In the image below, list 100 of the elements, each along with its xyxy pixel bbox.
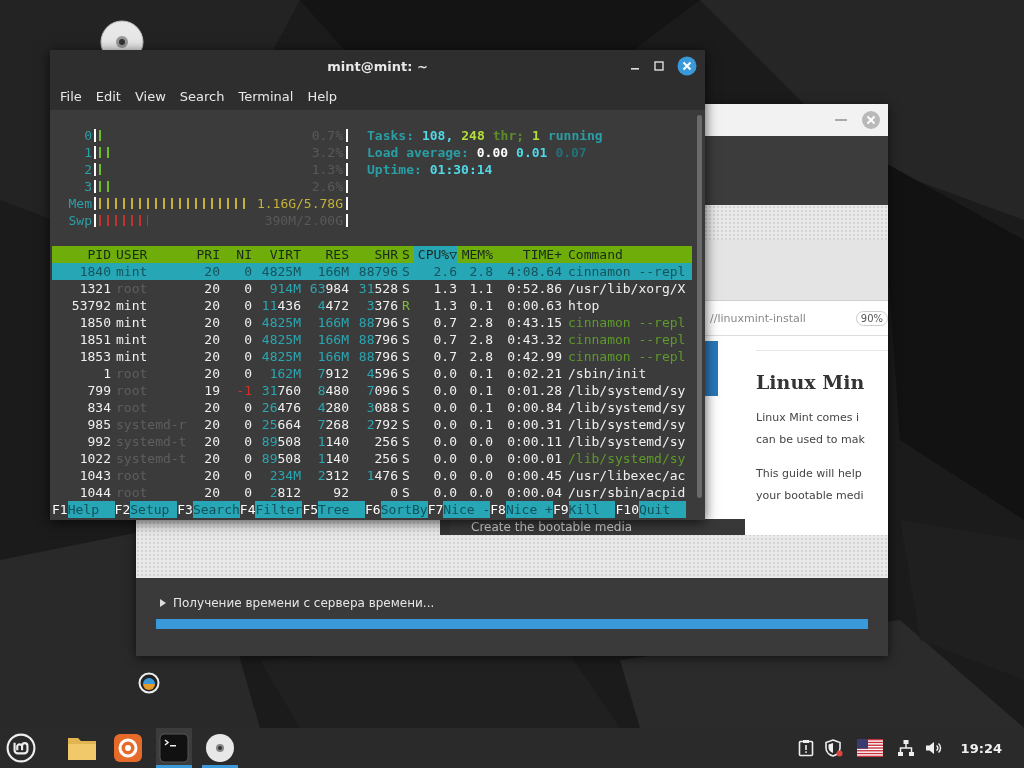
maximize-icon[interactable] <box>653 60 665 72</box>
table-cell-text: S <box>401 433 411 450</box>
column-header[interactable]: PID <box>52 246 111 263</box>
table-cell-text: 1043 <box>78 467 111 484</box>
column-header[interactable]: CPU%▽ <box>414 246 457 263</box>
table-cell-text: R <box>401 297 411 314</box>
table-cell-text: 0:00.84 <box>506 399 562 416</box>
scrollbar[interactable] <box>697 115 702 498</box>
table-cell-text: 4596 <box>365 365 398 382</box>
table-cell-text: 0 <box>243 399 252 416</box>
table-cell-text: 0:42.99 <box>506 348 562 365</box>
terminal-icon <box>159 733 189 763</box>
column-header[interactable]: USER <box>111 246 192 263</box>
table-cell-text: 2.8 <box>468 348 493 365</box>
menu-item[interactable]: Edit <box>88 88 128 104</box>
process-row[interactable]: 1853 mint 20 0 4825M 166M 88796 S 0.7 2.8 0:42.99 cinnamon --repl <box>52 348 692 365</box>
menu-item[interactable]: Search <box>172 88 232 104</box>
table-cell-text: 166M <box>316 263 349 280</box>
close-icon[interactable] <box>677 56 697 76</box>
column-header[interactable]: S <box>398 246 414 263</box>
table-cell-text: 89508 <box>260 450 301 467</box>
table-cell-text: S <box>401 263 411 280</box>
column-header[interactable]: RES <box>301 246 349 263</box>
table-cell-text: 1853 <box>78 348 111 365</box>
table-cell-text: 0 <box>243 297 252 314</box>
installer-icon[interactable] <box>138 672 160 694</box>
table-cell-text: 2.6 <box>432 263 457 280</box>
taskbar-button[interactable] <box>156 728 192 768</box>
table-cell-text: /lib/systemd/sy <box>567 416 687 433</box>
table-cell-text: 162M <box>268 365 301 382</box>
table-cell-text: 88796 <box>357 314 398 331</box>
table-cell-text: 1140 <box>316 450 349 467</box>
table-cell-text: 0.0 <box>432 365 457 382</box>
table-cell-text: mint <box>115 348 149 365</box>
stat-text: 248 <box>461 127 485 144</box>
expander-icon[interactable] <box>160 599 166 607</box>
table-cell-text: 166M <box>316 348 349 365</box>
table-cell-text: 7268 <box>316 416 349 433</box>
process-row[interactable]: 1851 mint 20 0 4825M 166M 88796 S 0.7 2.8 0:43.32 cinnamon --repl <box>52 331 692 348</box>
meter-label: 3 <box>83 178 92 195</box>
table-cell-text: 1044 <box>78 484 111 501</box>
table-cell-text: 0:43.15 <box>506 314 562 331</box>
column-header[interactable]: TIME+ <box>493 246 562 263</box>
table-cell-text: 53792 <box>70 297 111 314</box>
table-cell-text: 256 <box>373 450 398 467</box>
table-cell-text: 0 <box>243 467 252 484</box>
table-cell-text: 0 <box>243 365 252 382</box>
column-header[interactable]: SHR <box>349 246 398 263</box>
table-cell-text: 7096 <box>365 382 398 399</box>
column-header[interactable]: PRI <box>192 246 220 263</box>
stat-text: 1 <box>532 127 540 144</box>
table-cell-text: 0.0 <box>468 450 493 467</box>
table-cell-text: 7912 <box>316 365 349 382</box>
process-row[interactable]: 53792 mint 20 0 11436 4472 3376 R 1.3 0.1 0:00.63 htop <box>52 297 692 314</box>
table-cell-text: 20 <box>203 416 220 433</box>
table-cell-text: 20 <box>203 467 220 484</box>
table-cell-text: 0 <box>243 433 252 450</box>
table-cell-text: 0.0 <box>432 399 457 416</box>
column-header[interactable]: MEM% <box>457 246 493 263</box>
table-cell-text: 1850 <box>78 314 111 331</box>
table-cell-text: 834 <box>86 399 111 416</box>
menu-item[interactable]: Help <box>300 88 345 104</box>
logo-icon[interactable] <box>6 733 36 763</box>
table-cell-text: 0 <box>243 331 252 348</box>
paragraph-line: Linux Mint comes i <box>756 410 860 426</box>
menu-item[interactable]: View <box>127 88 173 104</box>
stat-text: Load average: <box>367 144 469 161</box>
table-cell-text: cinnamon --repl <box>567 314 687 331</box>
table-cell-text: 0.0 <box>432 467 457 484</box>
clock[interactable]: 19:24 <box>960 740 1002 756</box>
volume-icon[interactable] <box>924 739 943 757</box>
table-cell-text: 4825M <box>260 331 301 348</box>
network-icon[interactable] <box>896 739 915 757</box>
paragraph-line: your bootable medi <box>756 488 865 504</box>
flag-icon[interactable] <box>856 739 883 757</box>
table-cell-text: /usr/lib/xorg/X <box>567 280 687 297</box>
table-cell-text: 0:52.86 <box>506 280 562 297</box>
column-header[interactable]: VIRT <box>252 246 301 263</box>
shield-icon[interactable] <box>824 739 843 757</box>
table-cell-text: 0 <box>243 416 252 433</box>
table-cell-text: 0:00.45 <box>506 467 562 484</box>
column-header[interactable]: Command <box>562 246 692 263</box>
table-cell-text: 31528 <box>357 280 398 297</box>
browser-icon <box>113 733 143 763</box>
table-cell-text: 2812 <box>268 484 301 501</box>
table-cell-text: S <box>401 399 411 416</box>
table-cell-text: 20 <box>203 314 220 331</box>
table-cell-text: 4825M <box>260 314 301 331</box>
table-cell-text: 20 <box>203 331 220 348</box>
table-cell-text: S <box>401 314 411 331</box>
clipboard-icon[interactable] <box>796 739 815 757</box>
table-cell-text: S <box>401 280 411 297</box>
menu-item[interactable]: Terminal <box>231 88 301 104</box>
stat-text: thr; <box>492 127 525 144</box>
process-row[interactable]: 1850 mint 20 0 4825M 166M 88796 S 0.7 2.8 0:43.15 cinnamon --repl <box>52 314 692 331</box>
table-cell-text: 20 <box>203 280 220 297</box>
menu-item[interactable]: File <box>53 88 89 104</box>
column-header[interactable]: NI <box>220 246 252 263</box>
stat-text: 108, <box>421 127 454 144</box>
table-cell-text: 992 <box>86 433 111 450</box>
